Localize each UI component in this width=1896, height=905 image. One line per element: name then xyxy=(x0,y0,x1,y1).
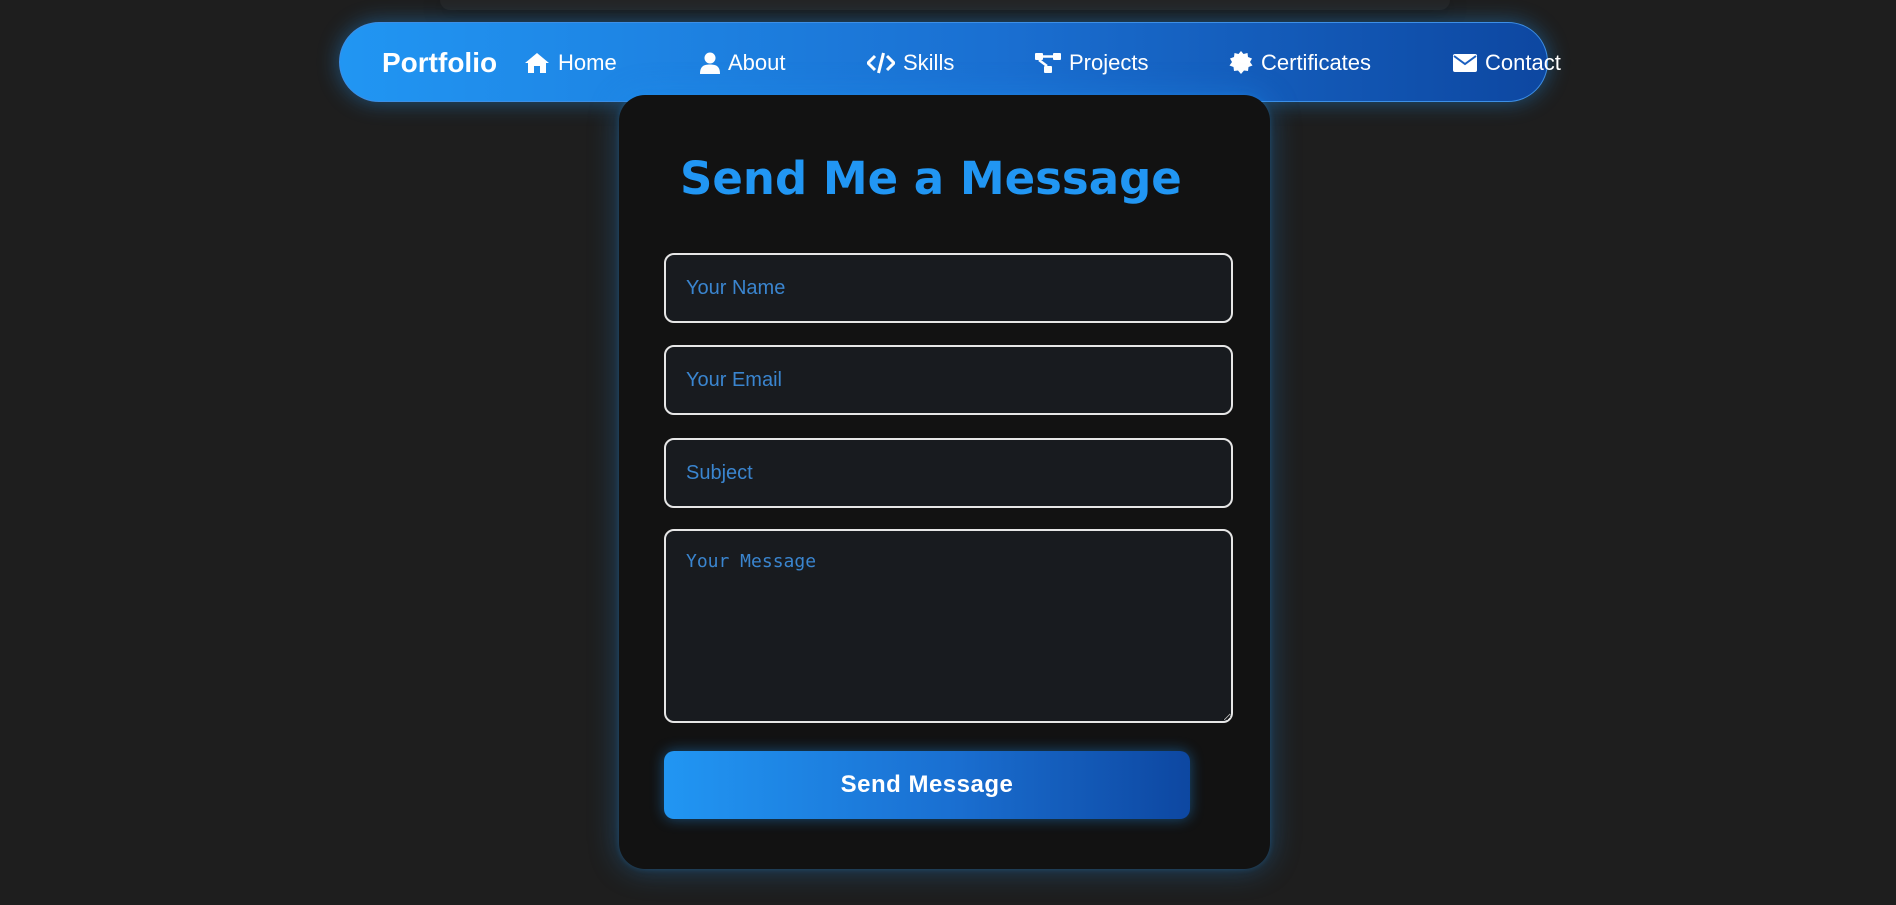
nav-label: Projects xyxy=(1069,50,1149,75)
nav-label: About xyxy=(728,50,786,75)
nav-item-projects[interactable]: Projects xyxy=(1035,23,1148,103)
certificate-icon xyxy=(1229,51,1253,75)
header-backdrop xyxy=(440,0,1450,10)
subject-field[interactable] xyxy=(664,438,1233,508)
user-icon xyxy=(700,52,720,74)
code-icon xyxy=(867,52,895,74)
nav-item-home[interactable]: Home xyxy=(524,23,617,103)
name-field[interactable] xyxy=(664,253,1233,323)
navbar: Portfolio Home About Skills Projects Cer… xyxy=(339,22,1561,103)
email-field[interactable] xyxy=(664,345,1233,415)
send-message-button[interactable]: Send Message xyxy=(664,751,1190,819)
message-field[interactable] xyxy=(664,529,1233,723)
nav-label: Contact xyxy=(1485,50,1561,75)
home-icon xyxy=(524,52,550,74)
brand-logo[interactable]: Portfolio xyxy=(382,23,497,103)
nav-item-contact[interactable]: Contact xyxy=(1453,23,1561,103)
nav-label: Certificates xyxy=(1261,50,1372,75)
nav-label: Home xyxy=(558,50,617,75)
nav-item-about[interactable]: About xyxy=(700,23,786,103)
project-diagram-icon xyxy=(1035,52,1061,74)
form-title: Send Me a Message xyxy=(680,152,1182,205)
nav-label: Skills xyxy=(903,50,955,75)
nav-item-skills[interactable]: Skills xyxy=(867,23,954,103)
nav-item-certificates[interactable]: Certificates xyxy=(1229,23,1371,103)
envelope-icon xyxy=(1453,53,1477,73)
contact-form-card: Send Me a Message Send Message xyxy=(619,95,1270,869)
